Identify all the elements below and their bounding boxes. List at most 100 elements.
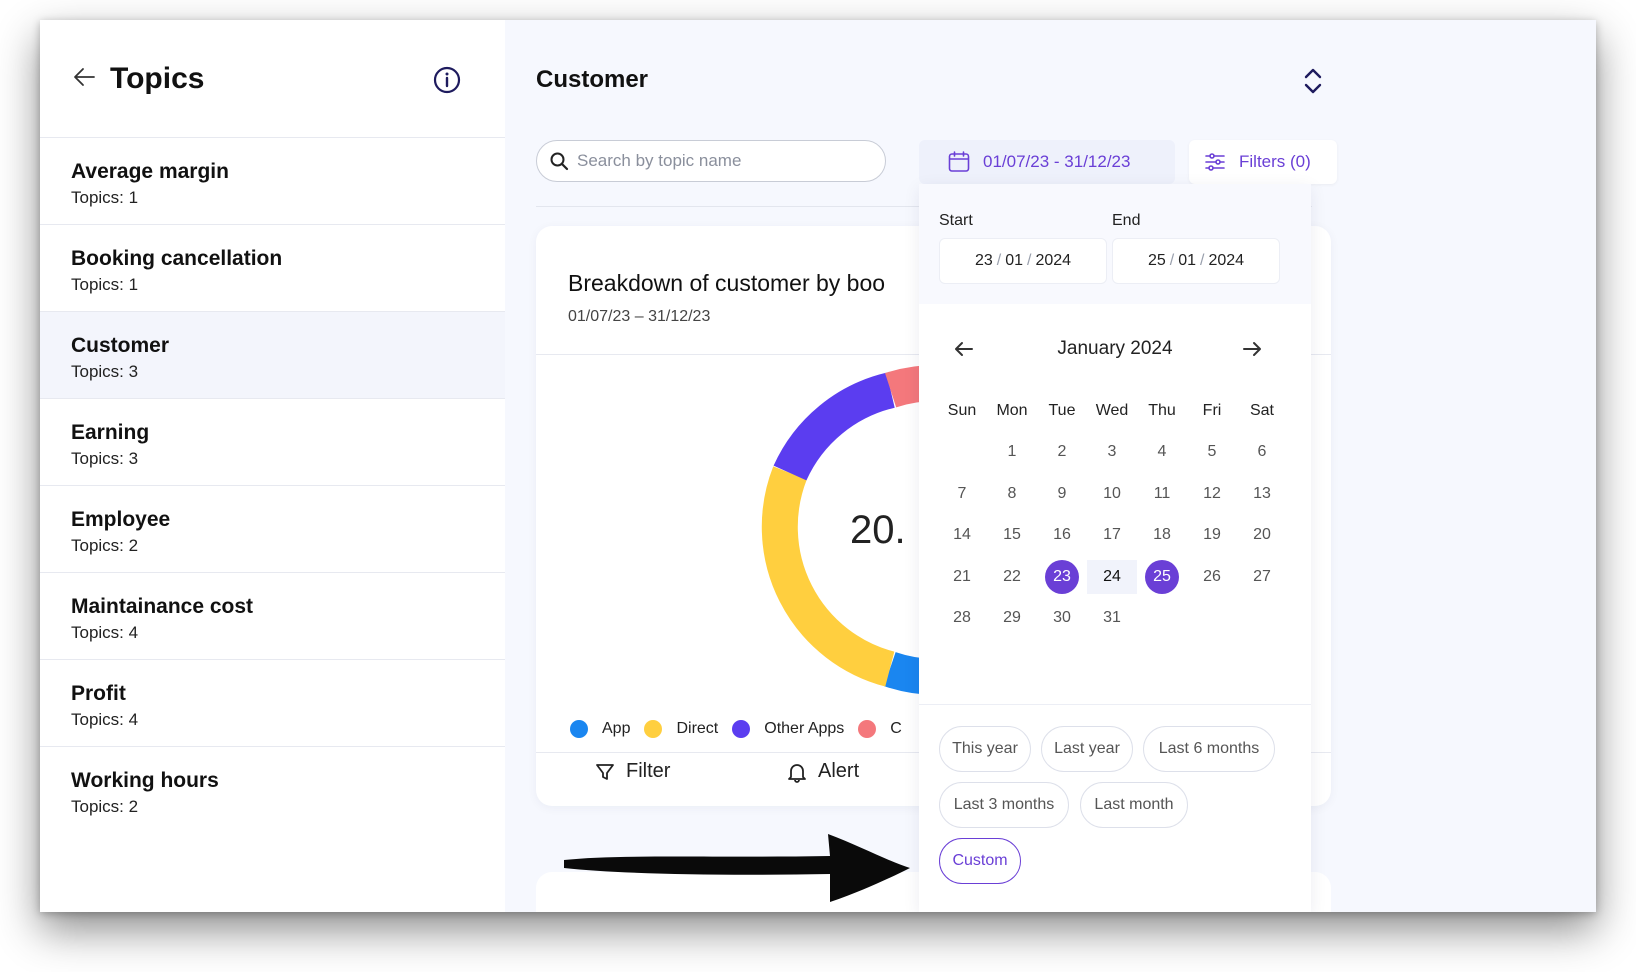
calendar-icon bbox=[948, 151, 970, 172]
calendar-day-23[interactable]: 23 bbox=[1037, 559, 1087, 594]
legend-dot bbox=[644, 720, 663, 738]
calendar-grid: Sun Mon Tue Wed Thu Fri Sat 1 2 3 4 5 6 7 8 9 10 1… bbox=[937, 390, 1287, 639]
weekday-label: Sun bbox=[947, 401, 977, 419]
date-separator: / bbox=[996, 252, 1002, 269]
filter-button-label: Filter bbox=[626, 760, 671, 782]
calendar-day-26[interactable]: 26 bbox=[1187, 560, 1237, 594]
sort-toggle-icon[interactable] bbox=[1300, 66, 1326, 96]
legend-label: C bbox=[890, 720, 902, 737]
legend-item-c[interactable]: C bbox=[858, 720, 902, 738]
topic-item-average-margin[interactable]: Average margin Topics: 1 bbox=[40, 138, 505, 225]
topic-count: Topics: 4 bbox=[71, 710, 139, 729]
end-year: 2024 bbox=[1208, 252, 1245, 269]
weekday-header-row: Sun Mon Tue Wed Thu Fri Sat bbox=[937, 390, 1287, 432]
filters-button[interactable]: Filters (0) bbox=[1189, 140, 1337, 184]
topics-sidebar: Topics Average margin Topics: 1 Booking … bbox=[40, 20, 505, 912]
calendar-day-21[interactable]: 21 bbox=[937, 560, 987, 594]
calendar-day-4[interactable]: 4 bbox=[1137, 435, 1187, 469]
calendar-day-8[interactable]: 8 bbox=[987, 477, 1037, 511]
alert-button-label: Alert bbox=[818, 760, 860, 782]
calendar-day-10[interactable]: 10 bbox=[1087, 477, 1137, 511]
calendar-day-16[interactable]: 16 bbox=[1037, 518, 1087, 552]
info-icon[interactable] bbox=[433, 66, 461, 94]
annotation-arrow-icon bbox=[564, 834, 910, 902]
search-input[interactable] bbox=[577, 147, 867, 175]
date-range-button[interactable]: 01/07/23 - 31/12/23 bbox=[919, 140, 1175, 184]
calendar-day-27[interactable]: 27 bbox=[1237, 560, 1287, 594]
calendar-day-22[interactable]: 22 bbox=[987, 560, 1037, 594]
calendar-day-28[interactable]: 28 bbox=[937, 601, 987, 635]
sidebar-title: Topics bbox=[110, 62, 205, 95]
calendar-day-7[interactable]: 7 bbox=[937, 477, 987, 511]
next-month-arrow-icon[interactable] bbox=[1239, 336, 1265, 362]
calendar-day-19[interactable]: 19 bbox=[1187, 518, 1237, 552]
calendar-day-5[interactable]: 5 bbox=[1187, 435, 1237, 469]
calendar-day-2[interactable]: 2 bbox=[1037, 435, 1087, 469]
topic-item-maintainance-cost[interactable]: Maintainance cost Topics: 4 bbox=[40, 573, 505, 660]
filter-button[interactable]: Filter bbox=[594, 760, 670, 783]
donut-segment-other-apps bbox=[773, 372, 896, 481]
legend-item-other-apps[interactable]: Other Apps bbox=[732, 720, 844, 738]
preset-this-year[interactable]: This year bbox=[939, 726, 1031, 772]
topic-item-employee[interactable]: Employee Topics: 2 bbox=[40, 486, 505, 573]
start-date-field[interactable]: 23/01/2024 bbox=[939, 238, 1107, 284]
topic-count: Topics: 4 bbox=[71, 623, 139, 642]
topic-item-booking-cancellation[interactable]: Booking cancellation Topics: 1 bbox=[40, 225, 505, 312]
calendar-empty-cell bbox=[1137, 601, 1187, 635]
topic-item-working-hours[interactable]: Working hours Topics: 2 bbox=[40, 747, 505, 834]
weekday-label: Mon bbox=[996, 401, 1028, 419]
calendar-day-13[interactable]: 13 bbox=[1237, 477, 1287, 511]
weekday-label: Thu bbox=[1148, 401, 1176, 419]
topic-item-profit[interactable]: Profit Topics: 4 bbox=[40, 660, 505, 747]
calendar-day-20[interactable]: 20 bbox=[1237, 518, 1287, 552]
end-date-field[interactable]: 25/01/2024 bbox=[1112, 238, 1280, 284]
back-arrow-icon[interactable] bbox=[72, 64, 98, 90]
calendar-day-14[interactable]: 14 bbox=[937, 518, 987, 552]
calendar-day-12[interactable]: 12 bbox=[1187, 477, 1237, 511]
chart-legend: App Direct Other Apps C bbox=[570, 720, 916, 738]
calendar-day-11[interactable]: 11 bbox=[1137, 477, 1187, 511]
calendar-day-1[interactable]: 1 bbox=[987, 435, 1037, 469]
search-icon bbox=[550, 152, 569, 171]
date-picker-popup: Start End 23/01/2024 25/01/2024 January … bbox=[919, 184, 1311, 912]
calendar-day-18[interactable]: 18 bbox=[1137, 518, 1187, 552]
preset-last-6-months[interactable]: Last 6 months bbox=[1143, 726, 1275, 772]
date-range-label: 01/07/23 - 31/12/23 bbox=[983, 152, 1131, 171]
app-window: Topics Average margin Topics: 1 Booking … bbox=[40, 20, 1596, 912]
calendar-day-31[interactable]: 31 bbox=[1087, 601, 1137, 635]
topic-count: Topics: 3 bbox=[71, 449, 139, 468]
calendar-day-9[interactable]: 9 bbox=[1037, 477, 1087, 511]
legend-dot bbox=[732, 720, 751, 738]
topic-item-earning[interactable]: Earning Topics: 3 bbox=[40, 399, 505, 486]
calendar-day-15[interactable]: 15 bbox=[987, 518, 1037, 552]
topic-name: Customer bbox=[71, 334, 170, 357]
preset-last-year[interactable]: Last year bbox=[1041, 726, 1133, 772]
calendar-day-17[interactable]: 17 bbox=[1087, 518, 1137, 552]
topic-search bbox=[536, 140, 886, 182]
calendar-week-row: 28 29 30 31 bbox=[937, 598, 1287, 640]
topic-item-customer[interactable]: Customer Topics: 3 bbox=[40, 312, 505, 399]
calendar-day-29[interactable]: 29 bbox=[987, 601, 1037, 635]
calendar-day-3[interactable]: 3 bbox=[1087, 435, 1137, 469]
legend-label: App bbox=[602, 720, 631, 737]
end-label: End bbox=[1112, 212, 1141, 229]
calendar-week-row: 7 8 9 10 11 12 13 bbox=[937, 473, 1287, 515]
filters-label: Filters (0) bbox=[1239, 152, 1311, 171]
alert-button[interactable]: Alert bbox=[786, 760, 859, 783]
preset-custom[interactable]: Custom bbox=[939, 838, 1021, 884]
topic-name: Employee bbox=[71, 508, 171, 531]
calendar-day-30[interactable]: 30 bbox=[1037, 601, 1087, 635]
legend-item-app[interactable]: App bbox=[570, 720, 630, 738]
preset-last-month[interactable]: Last month bbox=[1080, 782, 1188, 828]
date-separator: / bbox=[1169, 252, 1175, 269]
calendar-day-6[interactable]: 6 bbox=[1237, 435, 1287, 469]
legend-item-direct[interactable]: Direct bbox=[644, 720, 718, 738]
topic-count: Topics: 1 bbox=[71, 188, 139, 207]
topic-name: Maintainance cost bbox=[71, 595, 254, 618]
calendar-empty-cell bbox=[1187, 601, 1237, 635]
topic-list: Average margin Topics: 1 Booking cancell… bbox=[40, 138, 505, 834]
calendar-day-25[interactable]: 25 bbox=[1137, 559, 1187, 594]
calendar-week-row: 123456 bbox=[937, 432, 1287, 474]
preset-last-3-months[interactable]: Last 3 months bbox=[939, 782, 1069, 828]
calendar-day-24[interactable]: 24 bbox=[1087, 559, 1137, 594]
